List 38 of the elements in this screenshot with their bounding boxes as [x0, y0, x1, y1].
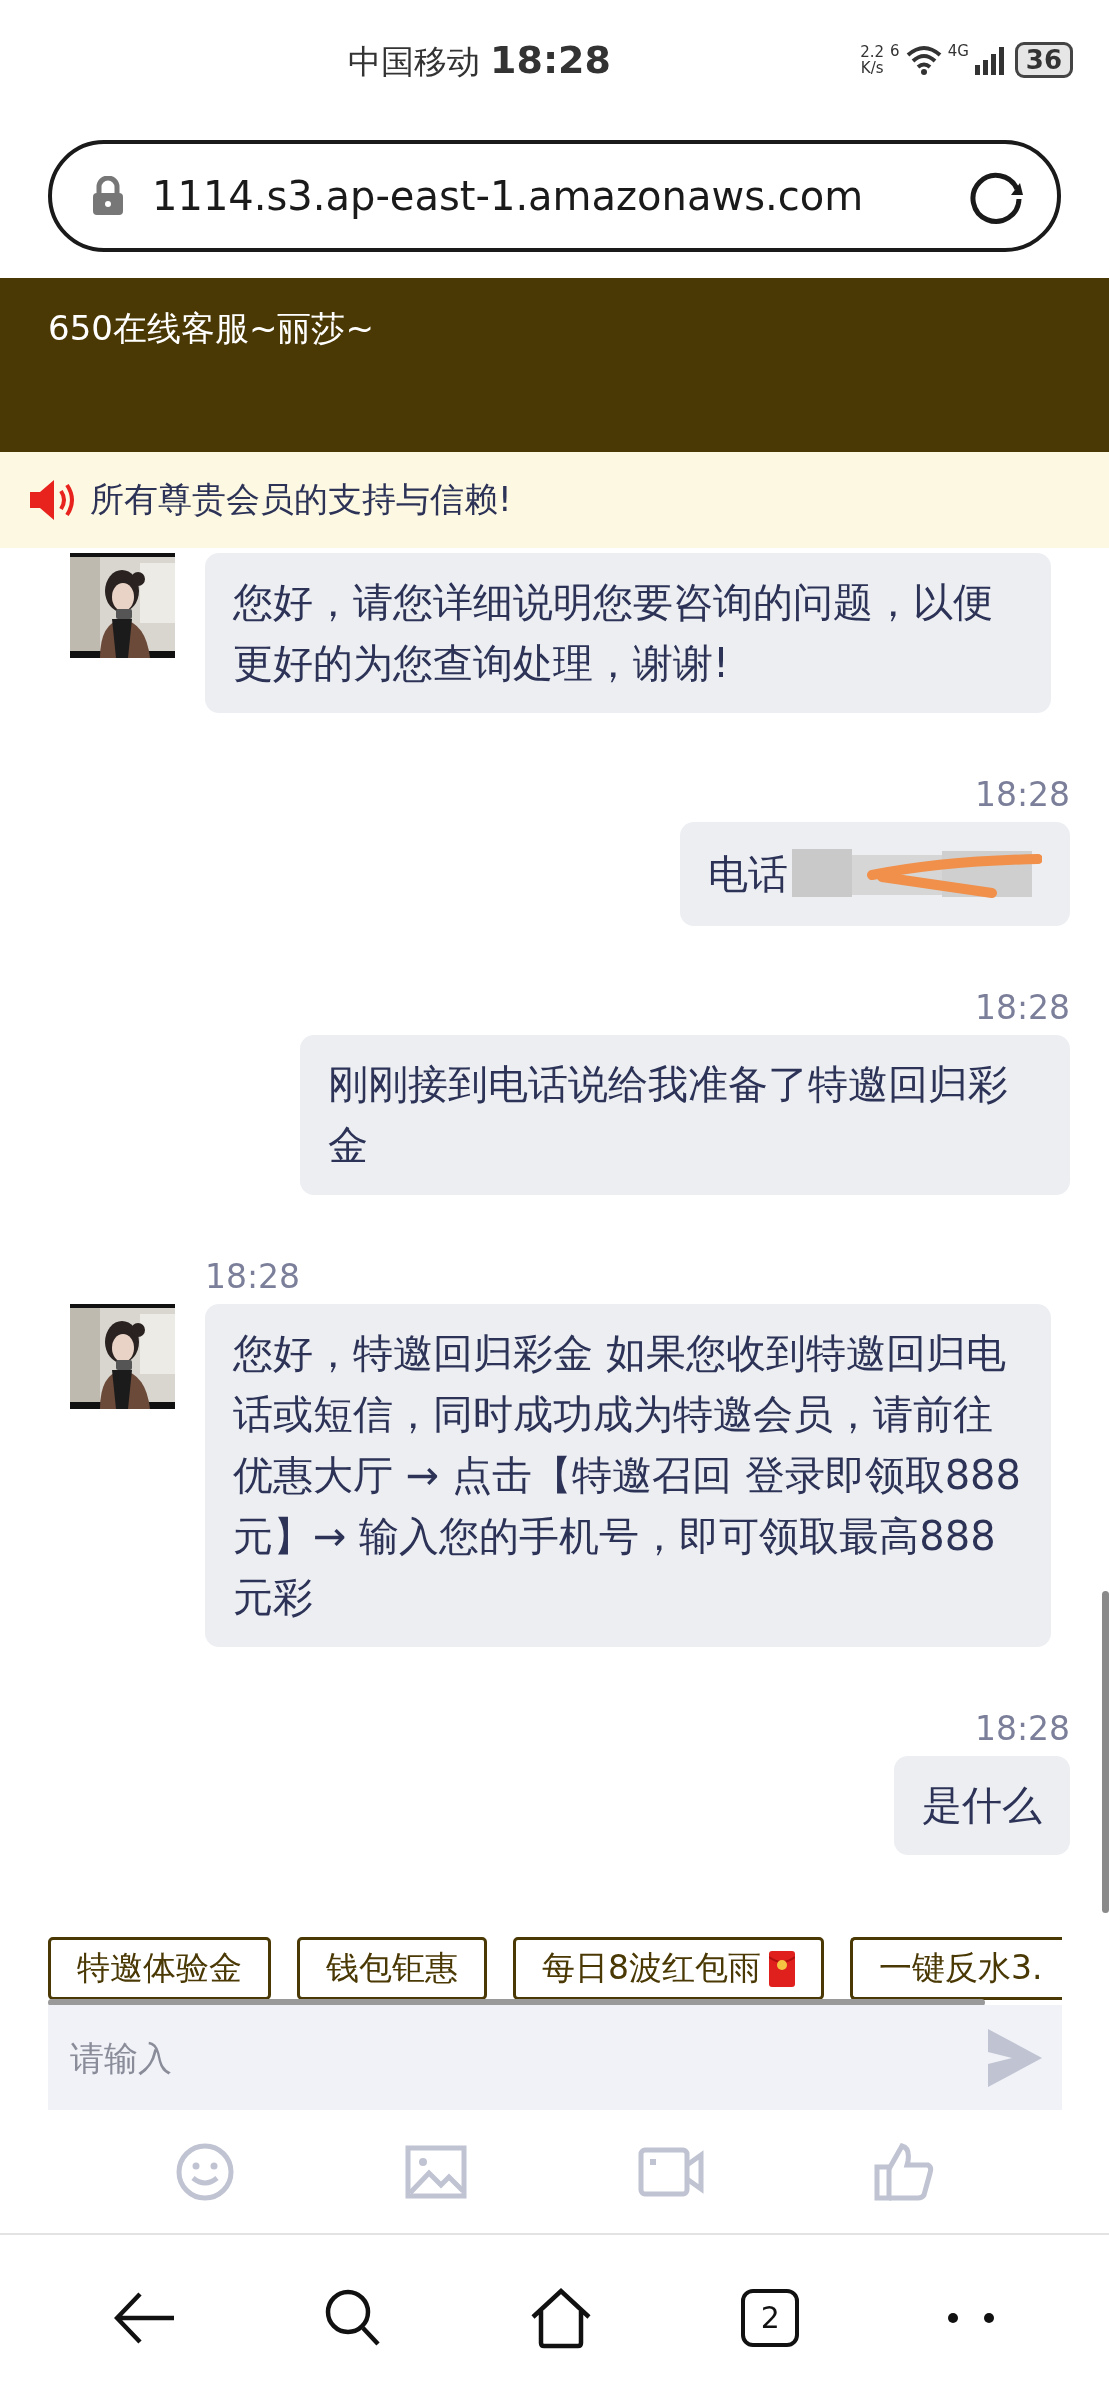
message-text: 您好，特邀回归彩金 如果您收到特邀回归电话或短信，同时成功成为特邀会员，请前往优惠大厅 → 点击【特邀召回 登录即领取888元】→ 输入您的手机号，即可领取最高888元彩: [233, 1330, 1021, 1620]
quick-reply-chip[interactable]: 每日8波红包雨: [513, 1937, 824, 2000]
dots-icon[interactable]: [947, 2311, 996, 2324]
message-text: 是什么: [922, 1782, 1042, 1828]
thumbs-up-icon[interactable]: [873, 2142, 934, 2201]
notice-text: 所有尊贵会员的支持与信赖!: [90, 478, 512, 521]
battery-level: 36: [1014, 42, 1073, 78]
quick-reply-chip[interactable]: 特邀体验金: [48, 1937, 271, 2000]
message-input[interactable]: 请输入: [68, 2036, 988, 2079]
scrollbar[interactable]: [48, 1999, 985, 2005]
image-icon[interactable]: [405, 2144, 468, 2199]
network-speed: 2.2 K/s: [860, 44, 885, 76]
input-bar[interactable]: 请输入: [48, 2005, 1062, 2110]
wifi-icon: [905, 45, 942, 75]
message-time: 18:28: [974, 1709, 1070, 1748]
search-icon[interactable]: [323, 2287, 382, 2348]
tabs-button[interactable]: 2: [741, 2288, 800, 2347]
envelope-icon: [769, 1950, 795, 1987]
message-text: 刚刚接到电话说给我准备了特邀回归彩金: [328, 1061, 1008, 1168]
message-time: 18:28: [205, 1257, 302, 1296]
message-text: 电话: [708, 849, 788, 899]
quick-reply-chip[interactable]: 钱包钜惠: [297, 1937, 487, 2000]
send-icon[interactable]: [988, 2028, 1042, 2087]
address-bar[interactable]: 1114.s3.ap-east-1.amazonaws.com: [48, 140, 1061, 252]
message-text: 您好，请您详细说明您要咨询的问题，以便更好的为您查询处理，谢谢!: [233, 579, 993, 686]
lock-icon: [92, 176, 124, 216]
network-type: 4G: [947, 42, 969, 60]
url-text: 1114.s3.ap-east-1.amazonaws.com: [152, 173, 865, 219]
scrollbar[interactable]: [1102, 1591, 1109, 1913]
emoji-icon[interactable]: [175, 2141, 236, 2202]
quick-reply-chip[interactable]: 一键反水3.: [850, 1937, 1062, 2000]
video-icon[interactable]: [637, 2146, 704, 2197]
chat-title: 650在线客服~丽莎~: [48, 308, 374, 348]
carrier-name: 中国移动: [348, 41, 480, 83]
status-time: 18:28: [490, 38, 611, 82]
wifi-label: 6: [890, 42, 900, 60]
message-time: 18:28: [974, 988, 1070, 1027]
message-time: 18:28: [974, 775, 1070, 814]
